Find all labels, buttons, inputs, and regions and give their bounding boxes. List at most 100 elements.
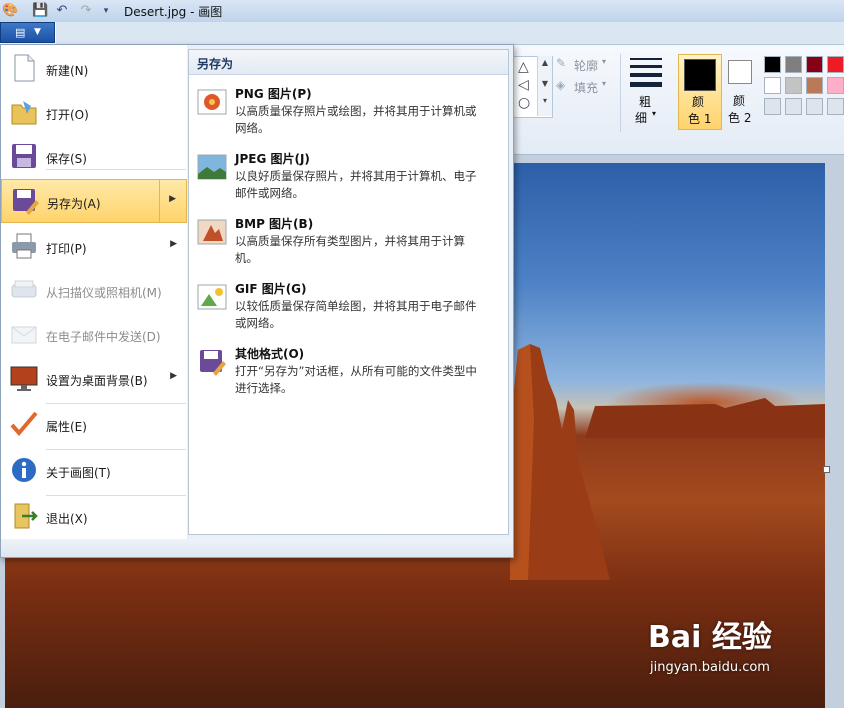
fill-button[interactable]: ◈ 填充 ▾ [556, 78, 616, 98]
save-as-option-title: 其他格式(O) [235, 347, 305, 361]
color-2-button[interactable]: 颜 色 2 [724, 54, 758, 128]
app-menu-button[interactable]: ▤ ▼ [0, 22, 55, 43]
save-as-option[interactable]: GIF 图片(G) 以较低质量保存简单绘图，并将其用于电子邮件或网络。 [195, 278, 505, 338]
save-icon[interactable]: 💾 [32, 3, 48, 19]
menu-item[interactable]: 属性(E) [1, 403, 187, 447]
pencil-icon: ✎ [556, 56, 567, 70]
palette-swatch[interactable] [785, 77, 802, 94]
menu-separator [46, 495, 186, 496]
palette-swatch[interactable] [827, 98, 844, 115]
menu-item[interactable]: 新建(N) [1, 47, 187, 91]
app-menu: 新建(N) 打开(O) 保存(S) 另存为(A) ▶ 打印(P) ▶ 从扫描仪或照相机(M) 在… [0, 44, 514, 558]
palette-swatch[interactable] [764, 98, 781, 115]
save-icon [9, 141, 39, 171]
submenu-title-text: 另存为 [197, 57, 234, 71]
color-2-swatch [728, 60, 752, 84]
menu-item: 在电子邮件中发送(D) [1, 313, 187, 357]
palette-swatch[interactable] [764, 56, 781, 73]
save-as-option-description: 打开“另存为”对话框，从所有可能的文件类型中进行选择。 [235, 364, 477, 395]
mesa-rock [585, 398, 825, 438]
info-icon [9, 455, 39, 485]
redo-icon[interactable]: ↷ [78, 3, 94, 19]
color-palette [762, 54, 844, 120]
expand-icon[interactable]: ▾ [538, 96, 552, 105]
scanner-icon [9, 275, 39, 305]
exit-icon [9, 501, 39, 531]
email-icon [9, 319, 39, 349]
png-image-icon [197, 87, 227, 117]
menu-separator [46, 403, 186, 404]
fill-bucket-icon: ◈ [556, 78, 566, 92]
palette-swatch[interactable] [764, 77, 781, 94]
save-as-option[interactable]: JPEG 图片(J) 以良好质量保存照片，并将其用于计算机、电子邮件或网络。 [195, 148, 505, 208]
fill-label: 填充 [574, 81, 599, 95]
palette-swatch[interactable] [827, 56, 844, 73]
menu-item-label: 属性(E) [46, 420, 87, 434]
outline-button[interactable]: ✎ 轮廓 ▾ [556, 56, 616, 76]
menu-item-label: 新建(N) [46, 64, 89, 78]
menu-item-label: 从扫描仪或照相机(M) [46, 286, 162, 300]
size-button[interactable]: 粗 细 ▾ [630, 58, 664, 128]
size-label: 细 [635, 111, 648, 125]
color-2-label: 色 2 [728, 111, 752, 125]
open-folder-icon [9, 97, 39, 127]
desktop-background-icon [9, 363, 39, 393]
scroll-up-icon[interactable]: ▲ [538, 58, 552, 67]
bmp-image-icon [197, 217, 227, 247]
save-as-option[interactable]: PNG 图片(P) 以高质量保存照片或绘图，并将其用于计算机或网络。 [195, 83, 505, 143]
menu-item[interactable]: 打开(O) [1, 91, 187, 135]
menu-item[interactable]: 设置为桌面背景(B) ▶ [1, 357, 187, 401]
palette-swatch[interactable] [806, 56, 823, 73]
save-as-option-title: GIF 图片(G) [235, 282, 307, 296]
menu-item-label: 另存为(A) [47, 197, 101, 211]
palette-swatch[interactable] [827, 77, 844, 94]
chevron-right-icon: ▶ [169, 194, 176, 204]
paint-app-icon[interactable]: 🎨 [2, 3, 18, 19]
size-label: 粗 [639, 95, 652, 109]
menu-item[interactable]: 打印(P) ▶ [1, 225, 187, 269]
save-as-option-title: JPEG 图片(J) [235, 152, 310, 166]
save-as-option-description: 以高质量保存所有类型图片，并将其用于计算机。 [235, 234, 465, 265]
save-as-option-title: PNG 图片(P) [235, 87, 312, 101]
chevron-down-icon[interactable]: ▾ [98, 3, 114, 19]
menu-item-label: 打开(O) [46, 108, 89, 122]
chevron-right-icon: ▶ [170, 239, 177, 249]
menu-item-label: 打印(P) [46, 242, 87, 256]
palette-swatch[interactable] [785, 56, 802, 73]
chevron-down-icon: ▾ [602, 57, 607, 66]
menu-item[interactable]: 关于画图(T) [1, 449, 187, 493]
menu-icon: ▤ [15, 26, 26, 39]
menu-item-label: 设置为桌面背景(B) [46, 374, 148, 388]
save-as-icon [10, 186, 40, 216]
palette-swatch[interactable] [806, 98, 823, 115]
menu-item[interactable]: 退出(X) [1, 495, 187, 539]
app-menu-commands: 新建(N) 打开(O) 保存(S) 另存为(A) ▶ 打印(P) ▶ 从扫描仪或照相机(M) 在… [1, 45, 187, 539]
menu-item[interactable]: 另存为(A) ▶ [1, 179, 187, 223]
ribbon-tab-strip [56, 22, 844, 45]
color-1-button[interactable]: 颜 色 1 [678, 54, 722, 130]
save-as-option[interactable]: BMP 图片(B) 以高质量保存所有类型图片，并将其用于计算机。 [195, 213, 505, 273]
cloud-shape-icon[interactable]: ○ [518, 95, 530, 111]
right-triangle-shape-icon[interactable]: ◁ [518, 77, 529, 93]
save-as-submenu: 另存为 PNG 图片(P) 以高质量保存照片或绘图，并将其用于计算机或网络。 JPE… [188, 49, 509, 535]
size-line-icon [630, 58, 662, 60]
save-as-option[interactable]: 其他格式(O) 打开“另存为”对话框，从所有可能的文件类型中进行选择。 [195, 343, 505, 403]
undo-icon[interactable]: ↶ [54, 3, 70, 19]
watermark: Bai 经验 jingyan.baidu.com [648, 612, 808, 692]
palette-swatch[interactable] [806, 77, 823, 94]
jpeg-image-icon [197, 152, 227, 182]
divider [620, 54, 621, 132]
palette-swatch[interactable] [785, 98, 802, 115]
new-file-icon [9, 53, 39, 83]
triangle-shape-icon[interactable]: △ [518, 59, 529, 75]
chevron-down-icon: ▼ [34, 27, 41, 37]
color-2-label: 颜 [733, 94, 746, 108]
menu-item-label: 保存(S) [46, 152, 87, 166]
chevron-down-icon: ▾ [652, 109, 657, 118]
gif-image-icon [197, 282, 227, 312]
menu-item[interactable]: 保存(S) [1, 135, 187, 179]
size-line-icon [630, 82, 662, 87]
resize-handle[interactable] [823, 466, 830, 473]
scroll-down-icon[interactable]: ▼ [538, 79, 552, 88]
shapes-scroll[interactable]: ▲ ▼ ▾ [537, 56, 552, 116]
